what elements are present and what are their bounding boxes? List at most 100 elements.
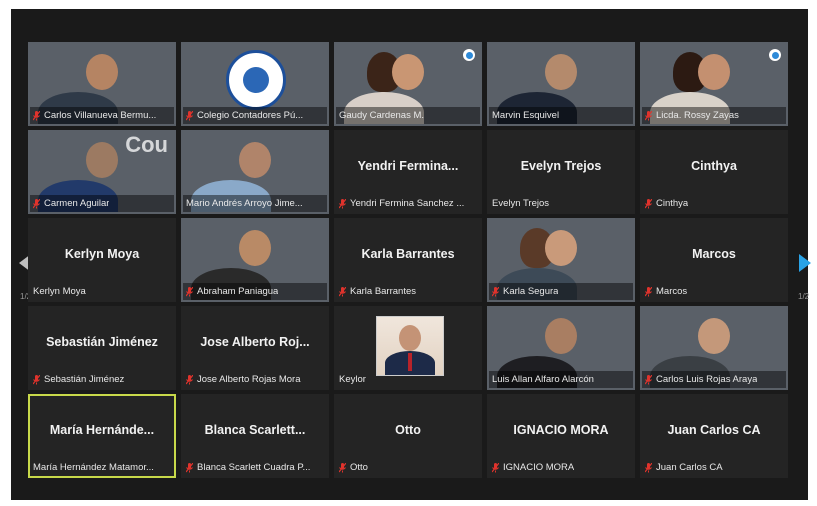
- muted-mic-icon: [339, 462, 346, 473]
- participant-name-label: Sebastián Jiménez: [30, 371, 174, 388]
- participant-display-name: María Hernánde...: [49, 423, 155, 437]
- participant-name-label: Carlos Villanueva Bermu...: [30, 107, 174, 124]
- tile-sebastian-jimenez[interactable]: Sebastián Jiménez Sebastián Jiménez: [28, 306, 176, 390]
- participant-name-label: Yendri Fermina Sanchez ...: [336, 195, 480, 212]
- tile-rossy-zayas[interactable]: Licda. Rossy Zayas: [640, 42, 788, 126]
- participant-name-text: Jose Alberto Rojas Mora: [197, 374, 301, 385]
- participant-name-text: Keylor: [339, 374, 366, 385]
- muted-mic-icon: [645, 374, 652, 385]
- tile-karla-segura[interactable]: Karla Segura: [487, 218, 635, 302]
- participant-name-label: IGNACIO MORA: [489, 459, 633, 476]
- muted-mic-icon: [186, 286, 193, 297]
- participant-name-text: Cinthya: [656, 198, 689, 209]
- gallery-grid: Carlos Villanueva Bermu... Colegio Contad…: [28, 42, 788, 478]
- participant-display-name: Yendri Fermina...: [357, 159, 459, 173]
- face: [239, 142, 271, 178]
- muted-mic-icon: [645, 286, 652, 297]
- tile-carlos-rojas[interactable]: Carlos Luis Rojas Araya: [640, 306, 788, 390]
- face: [545, 318, 577, 354]
- participant-name-text: Kerlyn Moya: [33, 286, 86, 297]
- page-indicator-right: 1/2: [798, 292, 810, 301]
- muted-mic-icon: [33, 110, 40, 121]
- tile-luis-alfaro[interactable]: Luis Allan Alfaro Alarcón: [487, 306, 635, 390]
- tile-otto[interactable]: Otto Otto: [334, 394, 482, 478]
- next-page-arrow-icon[interactable]: [799, 254, 811, 272]
- participant-name-label: Carlos Luis Rojas Araya: [642, 371, 786, 388]
- muted-mic-icon: [492, 462, 499, 473]
- tie: [408, 353, 412, 371]
- participant-name-label: Marvin Esquivel: [489, 107, 633, 124]
- muted-mic-icon: [186, 374, 193, 385]
- participant-name-label: Karla Segura: [489, 283, 633, 300]
- tile-kerlyn-moya[interactable]: Kerlyn Moya Kerlyn Moya: [28, 218, 176, 302]
- tile-yendri-fermina[interactable]: Yendri Fermina... Yendri Fermina Sanchez …: [334, 130, 482, 214]
- tile-carmen-aguilar[interactable]: Cou Carmen Aguilar: [28, 130, 176, 214]
- participant-name-label: María Hernández Matamor...: [30, 459, 174, 476]
- participant-name-label: Juan Carlos CA: [642, 459, 786, 476]
- participant-display-name: Blanca Scarlett...: [204, 423, 306, 437]
- tile-karla-barrantes[interactable]: Karla Barrantes Karla Barrantes: [334, 218, 482, 302]
- muted-mic-icon: [186, 462, 193, 473]
- muted-mic-icon: [645, 198, 652, 209]
- participant-name-text: Blanca Scarlett Cuadra P...: [197, 462, 311, 473]
- tile-cinthya[interactable]: Cinthya Cinthya: [640, 130, 788, 214]
- tile-colegio-contadores[interactable]: Colegio Contadores Pú...: [181, 42, 329, 126]
- participant-name-text: Sebastián Jiménez: [44, 374, 125, 385]
- logo-emblem-icon: [243, 67, 269, 93]
- tile-gaudy-cardenas[interactable]: Gaudy Cardenas M.: [334, 42, 482, 126]
- participant-name-label: Gaudy Cardenas M.: [336, 107, 480, 124]
- face: [86, 142, 118, 178]
- face: [698, 54, 730, 90]
- participant-name-label: Marcos: [642, 283, 786, 300]
- participant-name-label: Blanca Scarlett Cuadra P...: [183, 459, 327, 476]
- tile-marvin-esquivel[interactable]: Marvin Esquivel: [487, 42, 635, 126]
- muted-mic-icon: [33, 374, 40, 385]
- participant-name-text: Carmen Aguilar: [44, 198, 110, 209]
- tile-maria-hernandez[interactable]: María Hernánde... María Hernández Matamor…: [28, 394, 176, 478]
- muted-mic-icon: [492, 286, 499, 297]
- participant-name-text: Carlos Luis Rojas Araya: [656, 374, 758, 385]
- participant-name-label: Evelyn Trejos: [489, 195, 633, 212]
- participant-name-label: Luis Allan Alfaro Alarcón: [489, 371, 633, 388]
- face: [545, 54, 577, 90]
- tile-jose-alberto-rojas[interactable]: Jose Alberto Roj... Jose Alberto Rojas Mo…: [181, 306, 329, 390]
- tile-mario-arroyo[interactable]: Mario Andrés Arroyo Jime...: [181, 130, 329, 214]
- participant-name-text: Licda. Rossy Zayas: [656, 110, 739, 121]
- participant-name-text: Marcos: [656, 286, 688, 297]
- face: [392, 54, 424, 90]
- muted-mic-icon: [339, 198, 346, 209]
- muted-mic-icon: [645, 110, 652, 121]
- tile-blanca-scarlett[interactable]: Blanca Scarlett... Blanca Scarlett Cuadra…: [181, 394, 329, 478]
- muted-mic-icon: [33, 198, 40, 209]
- tile-marcos[interactable]: Marcos Marcos: [640, 218, 788, 302]
- participant-name-text: IGNACIO MORA: [503, 462, 575, 473]
- participant-display-name: IGNACIO MORA: [513, 423, 609, 437]
- tile-ignacio-mora[interactable]: IGNACIO MORA IGNACIO MORA: [487, 394, 635, 478]
- participant-name-label: Kerlyn Moya: [30, 283, 174, 300]
- muted-mic-icon: [645, 462, 652, 473]
- participant-name-text: Colegio Contadores Pú...: [197, 110, 304, 121]
- tile-juan-carlos-ca[interactable]: Juan Carlos CA Juan Carlos CA: [640, 394, 788, 478]
- app-badge-icon: [769, 49, 781, 61]
- muted-mic-icon: [186, 110, 193, 121]
- participant-name-label: Cinthya: [642, 195, 786, 212]
- tile-keylor[interactable]: Keylor: [334, 306, 482, 390]
- participant-name-text: Gaudy Cardenas M.: [339, 110, 425, 121]
- participant-name-label: Keylor: [336, 371, 480, 388]
- participant-name-text: Evelyn Trejos: [492, 198, 550, 209]
- participant-name-label: Karla Barrantes: [336, 283, 480, 300]
- participant-display-name: Jose Alberto Roj...: [200, 335, 310, 349]
- face: [399, 325, 421, 351]
- face: [545, 230, 577, 266]
- tile-evelyn-trejos[interactable]: Evelyn Trejos Evelyn Trejos: [487, 130, 635, 214]
- participant-name-text: Luis Allan Alfaro Alarcón: [492, 374, 594, 385]
- participant-display-name: Karla Barrantes: [361, 247, 455, 261]
- tile-abraham-paniagua[interactable]: Abraham Paniagua: [181, 218, 329, 302]
- profile-photo: [376, 316, 444, 376]
- participant-name-text: Yendri Fermina Sanchez ...: [350, 198, 465, 209]
- participant-display-name: Evelyn Trejos: [520, 159, 602, 173]
- participant-display-name: Otto: [395, 423, 421, 437]
- tile-carlos-villanueva[interactable]: Carlos Villanueva Bermu...: [28, 42, 176, 126]
- participant-name-label: Carmen Aguilar: [30, 195, 174, 212]
- participant-display-name: Sebastián Jiménez: [46, 335, 158, 349]
